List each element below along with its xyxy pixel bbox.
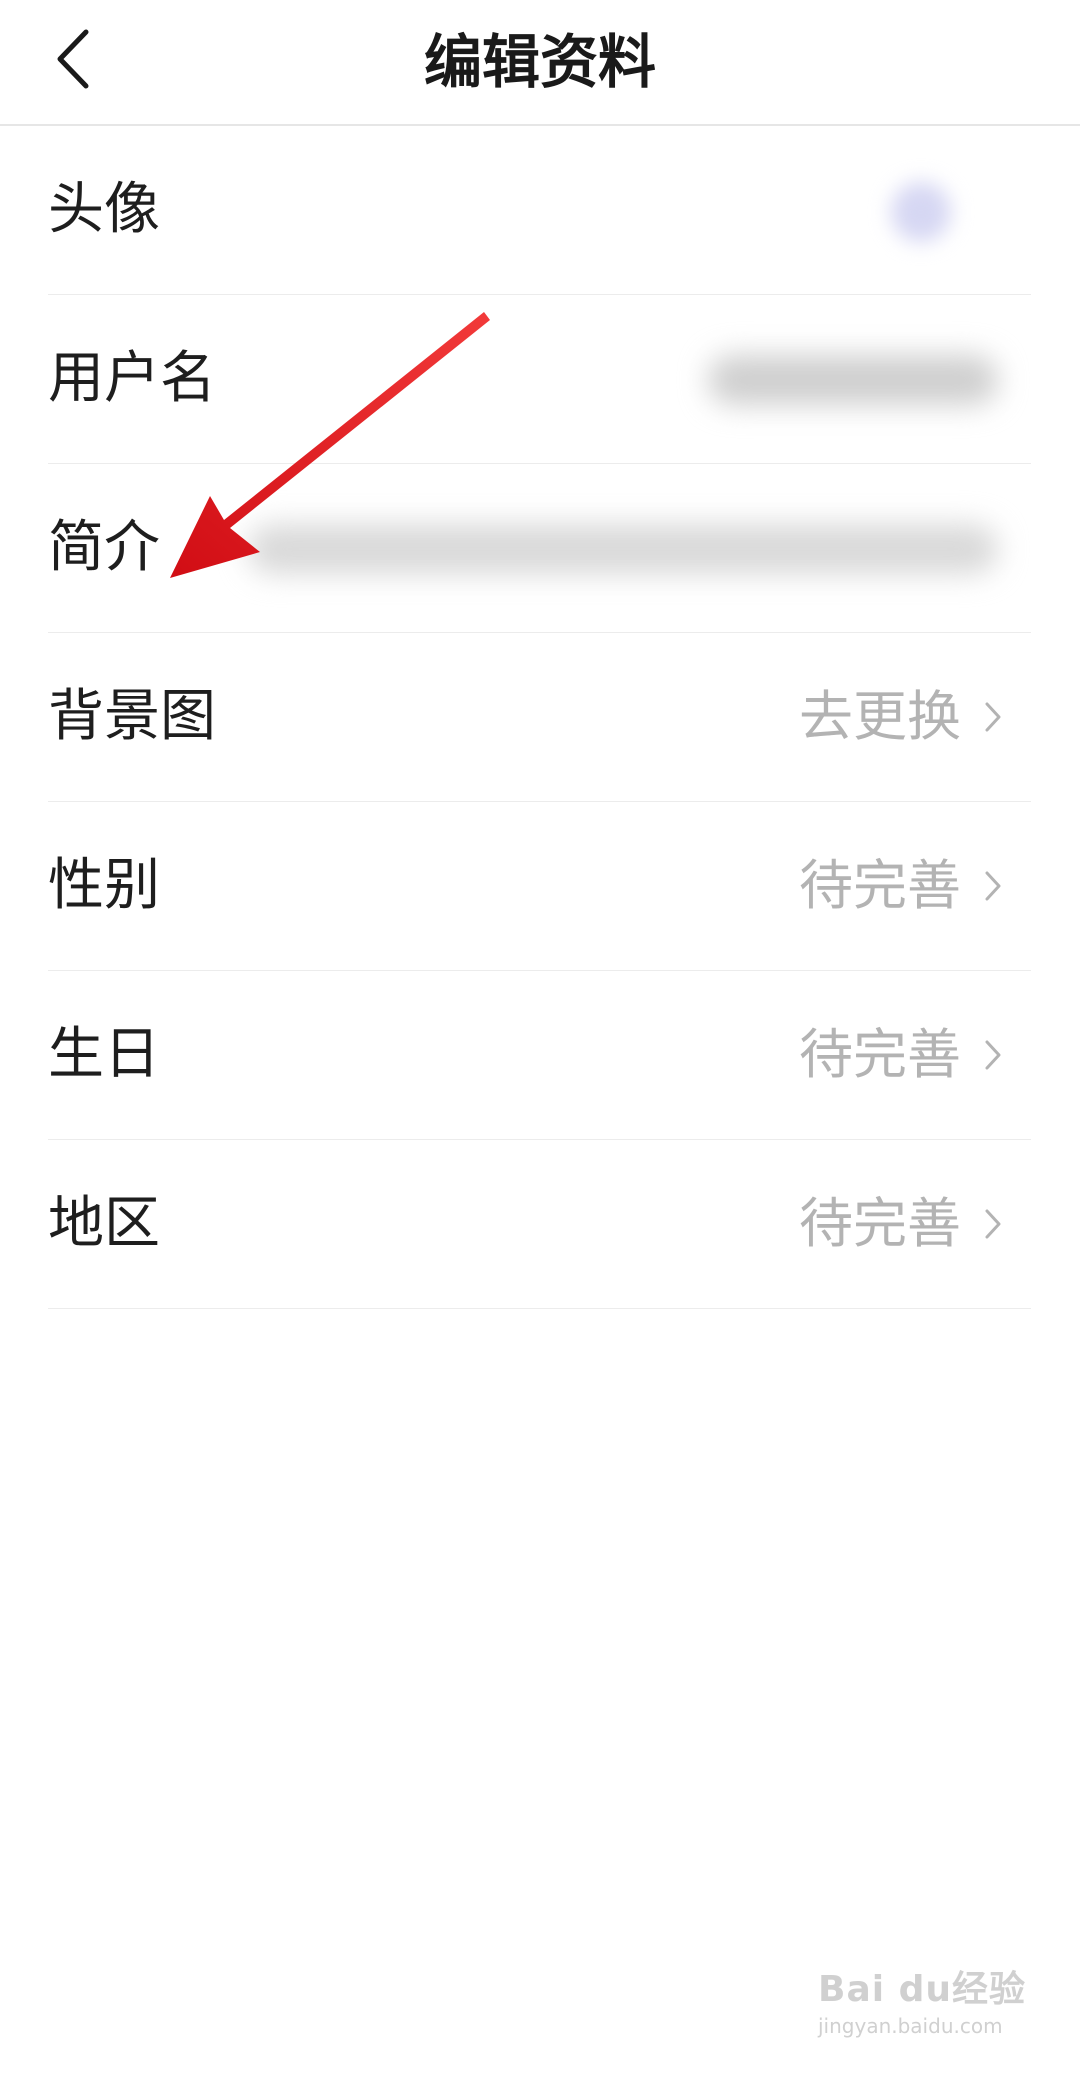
row-label: 生日	[48, 1022, 160, 1087]
row-birthday[interactable]: 生日 待完善	[48, 971, 1031, 1140]
row-label: 头像	[48, 177, 160, 242]
row-value: 待完善	[799, 854, 961, 917]
row-gender[interactable]: 性别 待完善	[48, 802, 1031, 971]
watermark-main: Bai du经验	[818, 1969, 1027, 2010]
row-label: 性别	[48, 853, 160, 918]
watermark-sub: jingyan.baidu.com	[818, 2014, 1003, 2038]
avatar[interactable]	[891, 182, 951, 242]
chevron-right-icon	[985, 702, 1001, 732]
chevron-right-icon	[985, 871, 1001, 901]
baidu-watermark: Bai du经验 jingyan.baidu.com	[818, 1960, 1038, 2060]
top-bar: 编辑资料	[0, 0, 1080, 126]
username-redacted	[708, 355, 998, 405]
row-avatar[interactable]: 头像	[48, 126, 1031, 295]
page-title: 编辑资料	[423, 28, 656, 96]
chevron-right-icon	[985, 1040, 1001, 1070]
row-value: 待完善	[799, 1192, 961, 1255]
row-label: 背景图	[48, 684, 216, 749]
row-label: 简介	[48, 515, 160, 580]
row-value: 去更换	[799, 685, 961, 748]
row-value: 待完善	[799, 1023, 961, 1086]
row-region[interactable]: 地区 待完善	[48, 1140, 1031, 1309]
annotation-arrow-icon	[170, 312, 490, 578]
row-label: 地区	[48, 1191, 160, 1256]
chevron-right-icon	[985, 1209, 1001, 1239]
row-background[interactable]: 背景图 去更换	[48, 633, 1031, 802]
